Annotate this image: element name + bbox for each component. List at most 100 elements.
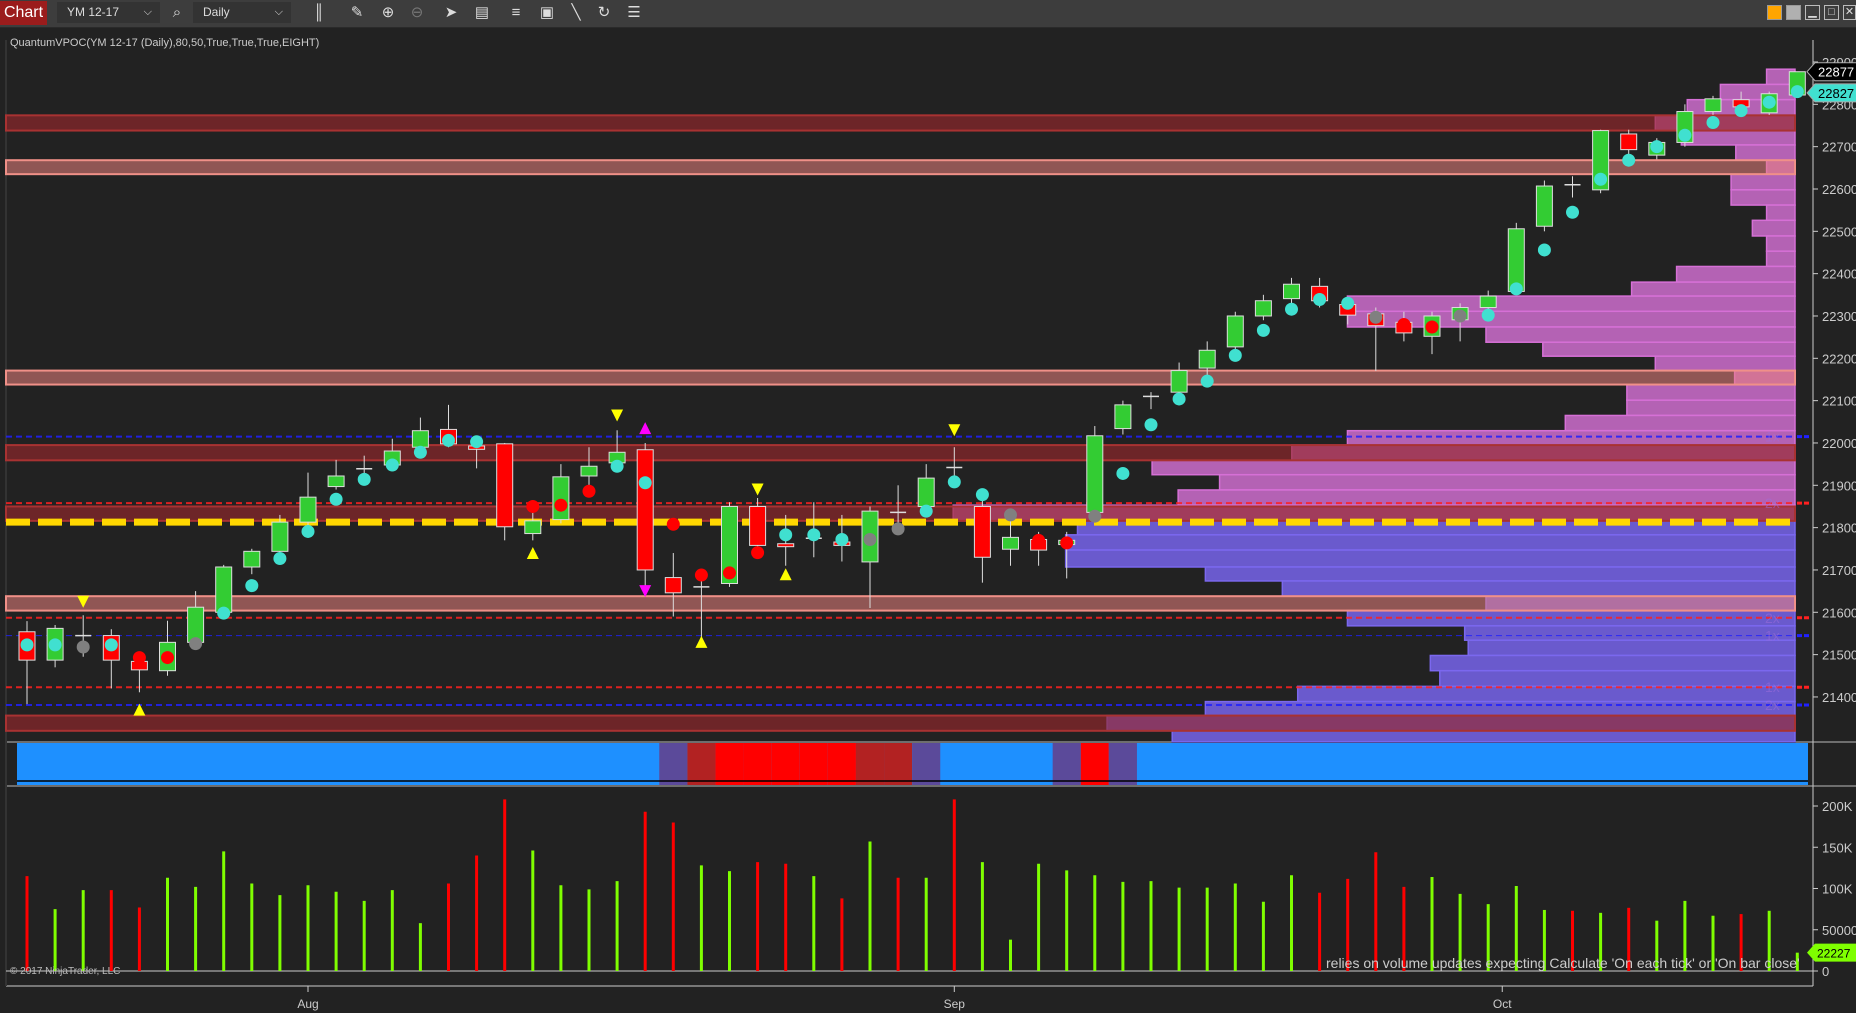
price-tag-label: 22827 bbox=[1818, 86, 1854, 101]
interval-selector[interactable]: Daily ⌵ bbox=[193, 2, 291, 23]
sr-zone bbox=[5, 714, 1796, 732]
vpoc-dot bbox=[1341, 296, 1355, 310]
signal-band-segment bbox=[1108, 743, 1137, 785]
chart-panel[interactable]: 1x2x2x1x1x2x2290022800227002260022500224… bbox=[0, 28, 1856, 1013]
price-tick-label: 22100 bbox=[1822, 394, 1856, 409]
vpoc-dot bbox=[20, 638, 34, 652]
candle-body bbox=[552, 476, 570, 521]
vpoc-dot bbox=[863, 532, 877, 546]
bar-type-icon[interactable]: ║ bbox=[307, 2, 331, 24]
vpoc-dot bbox=[1060, 536, 1074, 550]
vpoc-dot bbox=[470, 435, 484, 449]
minimize-icon[interactable]: ▁ bbox=[1805, 5, 1820, 20]
vpoc-dot bbox=[1734, 104, 1748, 118]
candle-body bbox=[917, 477, 935, 507]
vpoc-dot bbox=[835, 532, 849, 546]
volume-tick-label: 200K bbox=[1822, 799, 1853, 814]
vpoc-dot bbox=[1481, 308, 1495, 322]
candle-body bbox=[1704, 98, 1722, 113]
price-tick-label: 21500 bbox=[1822, 648, 1856, 663]
candle-body bbox=[580, 465, 598, 477]
vpoc-dot bbox=[1172, 392, 1186, 406]
link-gray-button[interactable] bbox=[1786, 5, 1801, 20]
vpoc-dot bbox=[161, 651, 174, 665]
vpoc-dot bbox=[1228, 348, 1242, 362]
candle-body bbox=[1226, 315, 1244, 348]
volume-profile-bin bbox=[1751, 219, 1796, 237]
vpoc-dot bbox=[554, 498, 568, 512]
vpoc-dot bbox=[1566, 205, 1579, 219]
vpoc-dot bbox=[413, 445, 427, 459]
vpoc-dot bbox=[779, 528, 793, 542]
vpoc-dot bbox=[919, 504, 933, 518]
volume-profile-bin bbox=[1204, 566, 1796, 582]
signal-band-segment bbox=[743, 743, 772, 785]
volume-tick-label: 100K bbox=[1822, 882, 1853, 897]
sr-zone bbox=[5, 369, 1796, 386]
templates-icon[interactable]: ▣ bbox=[535, 2, 559, 24]
strategies-icon[interactable]: ╲ bbox=[564, 2, 588, 24]
pointer-icon[interactable]: ➤ bbox=[439, 2, 463, 24]
level-label: 2x bbox=[1765, 697, 1780, 713]
vpoc-dot bbox=[526, 499, 540, 513]
candle-body bbox=[749, 505, 767, 546]
level-label: 2x bbox=[1765, 495, 1780, 511]
volume-profile-bin bbox=[1485, 326, 1796, 343]
chevron-down-icon: ⌵ bbox=[274, 6, 283, 18]
instrument-selector[interactable]: YM 12-17 ⌵ bbox=[57, 2, 160, 23]
volume-profile-bin bbox=[1730, 189, 1796, 206]
zoom-out-icon[interactable]: ⊖ bbox=[405, 2, 429, 24]
zoom-in-icon[interactable]: ⊕ bbox=[376, 2, 400, 24]
signal-band-segment bbox=[884, 743, 913, 785]
vpoc-dot bbox=[498, 488, 512, 502]
signal-band-segment bbox=[1080, 743, 1109, 785]
sr-zone bbox=[5, 595, 1796, 612]
vpoc-dot bbox=[245, 579, 259, 593]
sr-zone bbox=[5, 114, 1796, 132]
volume-profile-bin bbox=[1765, 250, 1796, 268]
data-box-icon[interactable]: ≡ bbox=[504, 2, 528, 24]
candle-body bbox=[1507, 228, 1525, 292]
vpoc-dot bbox=[1256, 323, 1270, 337]
candle-body bbox=[1535, 185, 1553, 227]
indicator-label: QuantumVPOC(YM 12-17 (Daily),80,50,True,… bbox=[10, 37, 320, 49]
candle-body bbox=[664, 577, 682, 594]
signal-band-segment bbox=[1052, 743, 1081, 785]
search-icon[interactable]: ⌕ bbox=[165, 2, 189, 24]
signal-band-segment bbox=[912, 743, 941, 785]
volume-profile-bin bbox=[1654, 355, 1796, 372]
properties-icon[interactable]: ▤ bbox=[470, 2, 494, 24]
candle-body bbox=[973, 505, 991, 558]
vpoc-dot bbox=[1004, 508, 1017, 522]
volume-profile-bin bbox=[1151, 459, 1796, 476]
vpoc-dot bbox=[442, 433, 455, 447]
close-icon[interactable]: ✕ bbox=[1843, 5, 1856, 20]
price-chart[interactable]: 1x2x2x1x1x2x2290022800227002260022500224… bbox=[0, 28, 1856, 1013]
candle-body bbox=[1086, 435, 1104, 513]
vpoc-dot bbox=[76, 640, 90, 654]
candle-body bbox=[243, 550, 261, 568]
price-tick-label: 22700 bbox=[1822, 140, 1856, 155]
maximize-icon[interactable]: □ bbox=[1824, 5, 1839, 20]
vpoc-dot bbox=[1369, 310, 1383, 324]
candle-body bbox=[1002, 536, 1019, 550]
pencil-icon[interactable]: ✎ bbox=[345, 2, 369, 24]
date-label: Oct bbox=[1493, 997, 1512, 1011]
vpoc-dot bbox=[610, 459, 624, 473]
candle-body bbox=[1254, 300, 1272, 317]
link-orange-button[interactable] bbox=[1767, 5, 1782, 20]
volume-tick-label: 0 bbox=[1822, 964, 1829, 979]
signal-band-segment bbox=[855, 743, 885, 785]
chart-menu-button[interactable]: Chart bbox=[0, 1, 47, 25]
list-icon[interactable]: ☰ bbox=[622, 2, 646, 24]
volume-profile-bin bbox=[1346, 310, 1796, 328]
level-label: 2x bbox=[1765, 610, 1780, 626]
reload-icon[interactable]: ↻ bbox=[592, 2, 616, 24]
volume-profile-bin bbox=[1204, 700, 1796, 717]
date-label: Aug bbox=[297, 997, 318, 1011]
volume-profile-bin bbox=[1281, 580, 1796, 597]
volume-tick-label: 50000 bbox=[1822, 923, 1856, 938]
volume-profile-bin bbox=[1675, 265, 1796, 283]
candle-body bbox=[524, 520, 542, 535]
candle-body bbox=[777, 543, 795, 548]
